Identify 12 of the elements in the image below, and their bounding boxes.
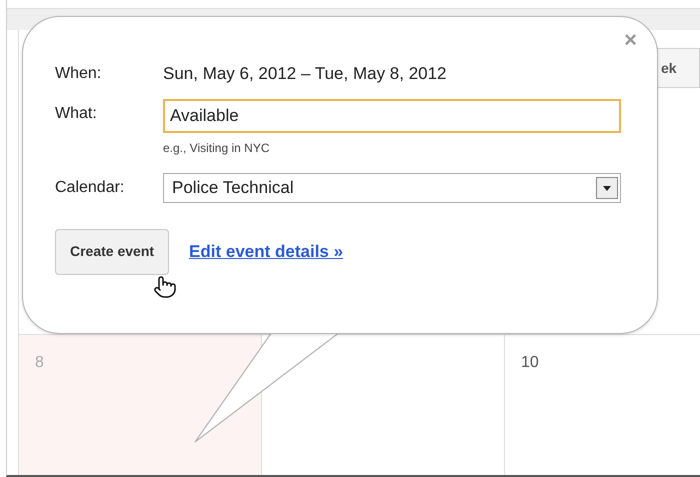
field-label: What: [55, 104, 98, 124]
calendar-select[interactable]: Police Technical [163, 172, 621, 202]
hand-cursor-icon [153, 275, 177, 299]
hint-text: e.g., Visiting in NYC [163, 140, 270, 156]
field-label: Calendar: [55, 178, 126, 198]
create-event-button[interactable]: Create event [55, 228, 170, 274]
date-range: Sun, May 6, 2012 – Tue, May 8, 2012 [163, 63, 447, 85]
day-number: 10 [521, 354, 539, 371]
field-label: When: [55, 64, 102, 84]
title-field[interactable]: Available [163, 98, 621, 132]
day-number: 8 [35, 354, 44, 371]
edit-details-link[interactable]: Edit event details » [189, 238, 344, 264]
